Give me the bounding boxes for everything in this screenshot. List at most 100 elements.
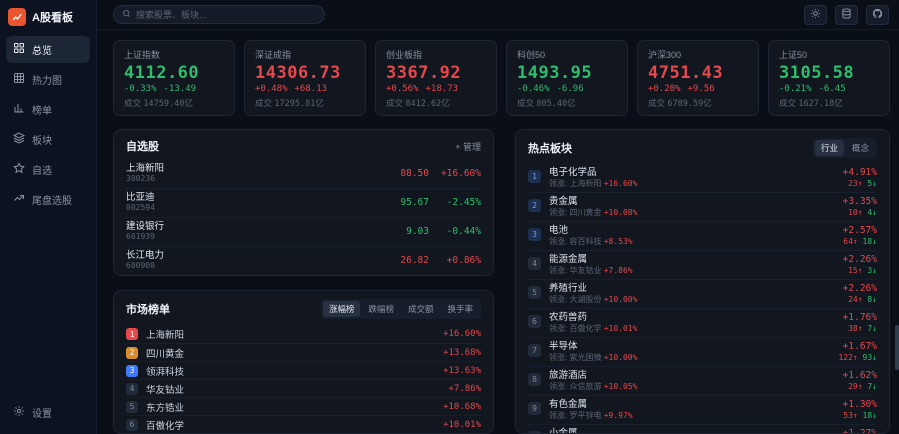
data-source-button[interactable] xyxy=(835,5,858,25)
index-change: +0.48%+68.13 xyxy=(255,84,355,94)
rank-badge: 4 xyxy=(528,257,541,270)
rank-badge: 1 xyxy=(528,170,541,183)
sector-leader: 领涨: 罗平锌电 +9.97% xyxy=(549,411,835,421)
watchlist-row[interactable]: 上海新阳300236 88.50 +16.60% xyxy=(126,160,481,188)
stock-change-pct: -0.44% xyxy=(429,226,481,237)
scrollbar-thumb[interactable] xyxy=(895,325,899,370)
bar-chart-icon xyxy=(13,102,25,117)
rank-badge: 6 xyxy=(126,419,138,431)
sidebar-item-late-session-picks[interactable]: 尾盘选股 xyxy=(6,186,90,213)
sector-updown-counts: 24↑ 8↓ xyxy=(843,295,877,305)
watchlist-row[interactable]: 比亚迪002594 95.67 -2.45% xyxy=(126,188,481,217)
watchlist-row[interactable]: 建设银行601939 9.03 -0.44% xyxy=(126,217,481,246)
sidebar-item-sectors[interactable]: 板块 xyxy=(6,126,90,153)
index-volume: 成交 805.40亿 xyxy=(517,97,617,109)
tab-turnover[interactable]: 成交额 xyxy=(402,301,440,317)
columns: 自选股 + 管理 上海新阳300236 88.50 +16.60% 比亚迪002… xyxy=(113,129,890,434)
index-card-sse50: 上证50 3105.58 -0.21%-6.45 成交 1627.18亿 xyxy=(768,40,890,116)
ranking-row[interactable]: 6 百傲化学 +10.01% xyxy=(126,415,481,433)
manage-watchlist-button[interactable]: + 管理 xyxy=(455,140,481,153)
sidebar-item-watchlist[interactable]: 自选 xyxy=(6,156,90,183)
tab-industry[interactable]: 行业 xyxy=(815,140,844,156)
search-icon xyxy=(122,9,131,21)
sector-row[interactable]: 4 能源金属 领涨: 华友钴业 +7.86% +2.26% 15↑ 3↓ xyxy=(528,250,877,279)
stock-name: 四川黄金 xyxy=(146,346,435,360)
rank-badge: 6 xyxy=(528,315,541,328)
sector-row[interactable]: 8 旅游酒店 领涨: 众信旅游 +10.05% +1.62% 29↑ 7↓ xyxy=(528,366,877,395)
github-button[interactable] xyxy=(866,5,889,25)
watchlist-title: 自选股 xyxy=(126,138,159,154)
rank-badge: 4 xyxy=(126,383,138,395)
stock-name: 比亚迪 xyxy=(126,192,371,203)
sector-row[interactable]: 3 电池 领涨: 容百科技 +8.53% +2.57% 64↑ 18↓ xyxy=(528,221,877,250)
search-box[interactable] xyxy=(113,5,325,24)
sector-row[interactable]: 6 农药兽药 领涨: 百傲化学 +10.01% +1.76% 38↑ 7↓ xyxy=(528,308,877,337)
index-card-star50: 科创50 1493.95 -0.46%-6.96 成交 805.40亿 xyxy=(506,40,628,116)
rank-badge: 5 xyxy=(528,286,541,299)
sidebar-item-label: 自选 xyxy=(32,162,52,177)
stock-change-pct: -2.45% xyxy=(429,197,481,208)
tab-gainers[interactable]: 涨幅榜 xyxy=(323,301,361,317)
sector-updown-counts: 122↑ 93↓ xyxy=(838,353,877,363)
sector-rows: 1 电子化学品 领涨: 上海新阳 +16.60% +4.91% 23↑ 5↓ 2… xyxy=(528,164,877,434)
sidebar-item-settings[interactable]: 设置 xyxy=(6,399,90,426)
gear-icon xyxy=(13,405,25,420)
tab-turnover-rate[interactable]: 换手率 xyxy=(441,301,479,317)
watchlist-row[interactable]: 长江电力600900 26.82 +0.86% xyxy=(126,246,481,275)
sector-change-pct: +2.57% xyxy=(843,225,877,237)
layers-icon xyxy=(13,132,25,147)
sector-name: 电子化学品 xyxy=(549,167,835,179)
stock-price: 9.03 xyxy=(371,226,429,237)
trend-icon xyxy=(13,192,25,207)
ranking-row[interactable]: 1上海新阳+16.60% xyxy=(126,325,481,343)
sidebar-item-label: 热力图 xyxy=(32,72,62,87)
ranking-row[interactable]: 2四川黄金+13.68% xyxy=(126,343,481,361)
stock-price: 88.50 xyxy=(371,168,429,179)
sector-change-pct: +1.27% xyxy=(843,428,877,434)
sector-change-pct: +1.62% xyxy=(843,370,877,382)
app-title: A股看板 xyxy=(32,9,73,25)
stock-change-pct: +16.60% xyxy=(429,168,481,179)
ranking-row[interactable]: 3领湃科技+13.63% xyxy=(126,361,481,379)
rankings-rows: 1上海新阳+16.60% 2四川黄金+13.68% 3领湃科技+13.63% 4… xyxy=(126,325,481,434)
tab-concept[interactable]: 概念 xyxy=(846,140,875,156)
sector-row[interactable]: 2 贵金属 领涨: 四川黄金 +10.08% +3.35% 10↑ 4↓ xyxy=(528,192,877,221)
stock-change-pct: +7.86% xyxy=(448,384,481,394)
stock-code: 601939 xyxy=(126,232,371,242)
stock-name: 上海新阳 xyxy=(126,163,371,174)
theme-toggle-button[interactable] xyxy=(804,5,827,25)
stock-change-pct: +13.63% xyxy=(443,366,481,376)
rankings-tabs: 涨幅榜 跌幅榜 成交额 换手率 xyxy=(321,299,481,319)
stock-change-pct: +10.01% xyxy=(443,420,481,430)
sector-row[interactable]: 9 有色金属 领涨: 罗平锌电 +9.97% +1.30% 53↑ 18↓ xyxy=(528,395,877,424)
sidebar-item-label: 总览 xyxy=(32,42,52,57)
search-input[interactable] xyxy=(136,10,316,20)
stock-change-pct: +0.86% xyxy=(429,255,481,266)
ranking-row[interactable]: 4华友钴业+7.86% xyxy=(126,379,481,397)
tab-losers[interactable]: 跌幅榜 xyxy=(362,301,400,317)
sector-leader: 领涨: 四川黄金 +10.08% xyxy=(549,208,835,218)
sector-change-pct: +1.30% xyxy=(843,399,877,411)
ranking-row[interactable]: 5东方锆业+10.68% xyxy=(126,397,481,415)
sector-row[interactable]: 1 电子化学品 领涨: 上海新阳 +16.60% +4.91% 23↑ 5↓ xyxy=(528,164,877,192)
sector-row[interactable]: 5 养殖行业 领涨: 大湖股份 +10.00% +2.26% 24↑ 8↓ xyxy=(528,279,877,308)
watchlist-rows: 上海新阳300236 88.50 +16.60% 比亚迪002594 95.67… xyxy=(126,160,481,275)
sector-row[interactable]: 7 半导体 领涨: 紫光国微 +10.00% +1.67% 122↑ 93↓ xyxy=(528,337,877,366)
app-logo-icon xyxy=(8,8,26,26)
rank-badge: 7 xyxy=(528,344,541,357)
sidebar-item-overview[interactable]: 总览 xyxy=(6,36,90,63)
index-change: +0.20%+9.56 xyxy=(648,84,748,94)
index-value: 14306.73 xyxy=(255,63,355,83)
stock-name: 百傲化学 xyxy=(146,418,435,432)
github-icon xyxy=(872,8,883,22)
index-change: -0.33%-13.49 xyxy=(124,84,224,94)
sector-row[interactable]: 10 小金属 领涨: 厦门钨业 +10.00% +1.27% 31↑ 9↓ xyxy=(528,424,877,434)
stock-price: 26.82 xyxy=(371,255,429,266)
grid-icon xyxy=(13,42,25,57)
index-card-csi300: 沪深300 4751.43 +0.20%+9.56 成交 6789.59亿 xyxy=(637,40,759,116)
sidebar-item-heatmap[interactable]: 热力图 xyxy=(6,66,90,93)
sidebar-item-rankings[interactable]: 榜单 xyxy=(6,96,90,123)
rank-badge: 2 xyxy=(528,199,541,212)
rank-badge: 5 xyxy=(126,401,138,413)
sidebar-item-label: 板块 xyxy=(32,132,52,147)
